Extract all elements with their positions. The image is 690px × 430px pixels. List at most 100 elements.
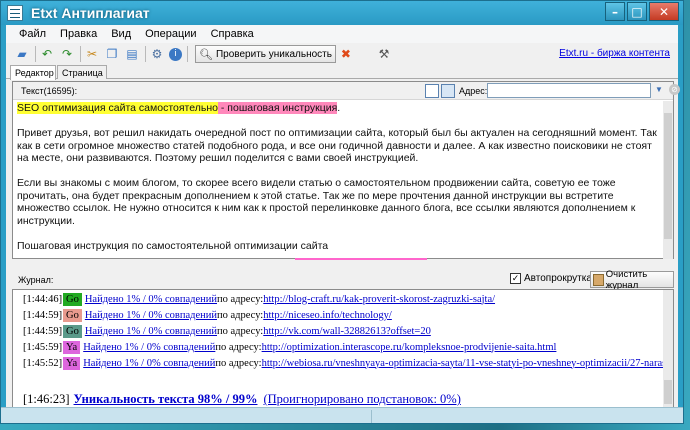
clear-journal-label: Очистить журнал	[605, 268, 648, 291]
highlight-seo: SEO	[17, 102, 40, 114]
log-time: [1:44:46]	[23, 293, 63, 305]
redo-icon[interactable]: ↷	[59, 46, 75, 62]
engine-badge: Ya	[63, 340, 81, 354]
stop-icon[interactable]: ✖	[338, 46, 354, 62]
engine-badge: Go	[63, 324, 82, 338]
menu-help[interactable]: Справка	[204, 28, 261, 40]
menu-edit[interactable]: Правка	[53, 28, 104, 40]
app-icon	[7, 5, 23, 21]
journal-scrollbar[interactable]	[663, 290, 673, 410]
etxt-link[interactable]: Etxt.ru - биржа контента	[559, 48, 670, 59]
text-length-label: Текст(16595):	[21, 85, 78, 96]
info-icon[interactable]: i	[169, 47, 182, 61]
editor-line-title: SEO оптимизация сайта самостоятельно - п…	[17, 102, 663, 115]
found-link[interactable]: Найдено 1% / 0% совпадений	[85, 310, 217, 321]
log-by: по адресу:	[215, 341, 262, 353]
menu-file[interactable]: Файл	[12, 28, 53, 40]
uniqueness-result-link[interactable]: Уникальность текста 98% / 99%	[74, 392, 258, 407]
status-pane	[371, 410, 671, 423]
editor-panel: Текст(16595): Адрес: ▼ ⊘ SEO оптимизация…	[12, 81, 680, 260]
close-window-button[interactable]: ✕	[649, 2, 679, 21]
log-by: по адресу:	[217, 309, 264, 321]
summary-time: [1:46:23]	[23, 392, 70, 406]
log-url[interactable]: http://blog-craft.ru/kak-proverit-skoros…	[263, 294, 495, 305]
log-url[interactable]: http://optimization.interascope.ru/kompl…	[262, 342, 557, 353]
menu-view[interactable]: Вид	[104, 28, 138, 40]
log-time: [1:45:59]	[23, 341, 63, 353]
log-url[interactable]: http://webiosa.ru/vneshnyaya-optimizacia…	[262, 358, 667, 369]
menu-operations[interactable]: Операции	[138, 28, 203, 40]
journal-header: Журнал: ✓ Автопрокрутка Очистить журнал	[12, 268, 674, 291]
editor-paragraph-3: Пошаговая инструкция по самостоятельной …	[17, 239, 329, 252]
open-folder-icon[interactable]: ▰	[14, 46, 30, 62]
title-bar[interactable]: Etxt Антиплагиат – □ ✕	[1, 1, 683, 25]
engine-badge: Go	[63, 308, 82, 322]
clear-journal-button[interactable]: Очистить журнал	[590, 268, 674, 291]
single-view-icon[interactable]	[425, 84, 439, 98]
app-window: Etxt Антиплагиат – □ ✕ Файл Правка Вид О…	[0, 0, 684, 424]
address-clear-icon[interactable]: ⊘	[669, 84, 680, 95]
maximize-button[interactable]: □	[627, 2, 647, 21]
found-link[interactable]: Найдено 1% / 0% совпадений	[83, 342, 215, 353]
undo-icon[interactable]: ↶	[39, 46, 55, 62]
editor-scrollbar[interactable]	[663, 101, 673, 259]
title-period: .	[337, 102, 341, 114]
settings-icon[interactable]: ⚙	[149, 46, 165, 62]
check-uniqueness-button[interactable]: 🔍︎ Проверить уникальность	[195, 45, 336, 63]
magnifier-icon: 🔍︎	[199, 48, 213, 61]
toolbar-separator	[80, 46, 81, 62]
client-area: Файл Правка Вид Операции Справка ▰ ↶ ↷ ✂…	[6, 25, 680, 421]
copy-icon[interactable]: ❐	[104, 46, 120, 62]
log-row: [1:44:59] Go Найдено 1% / 0% совпадений …	[23, 324, 431, 338]
log-row: [1:44:59] Go Найдено 1% / 0% совпадений …	[23, 308, 392, 322]
tools-icon[interactable]: ⚒	[376, 46, 392, 62]
address-label: Адрес:	[459, 86, 488, 96]
window-title: Etxt Антиплагиат	[31, 5, 150, 21]
engine-badge: Ya	[63, 356, 81, 370]
log-row: [1:45:59] Ya Найдено 1% / 0% совпадений …	[23, 340, 556, 354]
text-editor[interactable]: SEO оптимизация сайта самостоятельно - п…	[17, 102, 663, 254]
log-url[interactable]: http://vk.com/wall-32882613?offset=20	[263, 326, 431, 337]
editor-header: Текст(16595): Адрес: ▼ ⊘	[13, 82, 680, 100]
tab-strip: Редактор Страница	[6, 65, 678, 80]
cut-icon[interactable]: ✂	[84, 46, 100, 62]
toolbar-separator	[187, 46, 188, 62]
address-dropdown-icon[interactable]: ▼	[655, 85, 665, 95]
found-link[interactable]: Найдено 1% / 0% совпадений	[85, 294, 217, 305]
log-row: [1:45:52] Ya Найдено 1% / 0% совпадений …	[23, 356, 666, 370]
selection-underline	[295, 258, 427, 260]
log-url[interactable]: http://niceseo.info/technology/	[263, 310, 392, 321]
log-by: по адресу:	[217, 325, 264, 337]
autoscroll-label: Автопрокрутка	[524, 273, 592, 284]
engine-badge: Go	[63, 292, 82, 306]
toolbar-separator	[145, 46, 146, 62]
editor-scroll-thumb[interactable]	[664, 113, 672, 239]
log-row: [1:44:46] Go Найдено 1% / 0% совпадений …	[23, 292, 495, 306]
address-input[interactable]	[487, 83, 651, 98]
editor-paragraph-2: Если вы знакомы с моим блогом, то скорее…	[17, 177, 636, 227]
log-by: по адресу:	[217, 293, 264, 305]
check-uniqueness-label: Проверить уникальность	[215, 48, 332, 60]
toolbar: ▰ ↶ ↷ ✂ ❐ ▤ ⚙ i 🔍︎ Проверить уникальност…	[6, 43, 678, 65]
ignored-substitutions-link[interactable]: (Проигнорировано подстановок: 0%)	[263, 392, 460, 407]
found-link[interactable]: Найдено 1% / 0% совпадений	[83, 358, 215, 369]
tab-page[interactable]: Страница	[57, 65, 107, 79]
journal-log: [1:44:46] Go Найдено 1% / 0% совпадений …	[12, 289, 674, 411]
log-by: по адресу:	[215, 357, 262, 369]
editor-paragraph-1: Привет друзья, вот решил накидать очеред…	[17, 127, 657, 164]
toolbar-separator	[35, 46, 36, 62]
autoscroll-checkbox[interactable]: ✓ Автопрокрутка	[510, 273, 592, 284]
found-link[interactable]: Найдено 1% / 0% совпадений	[85, 326, 217, 337]
uniqueness-summary: [1:46:23] Уникальность текста 98% / 99% …	[23, 392, 461, 407]
journal-label: Журнал:	[18, 275, 54, 285]
split-view-icon[interactable]	[441, 84, 455, 98]
paste-icon[interactable]: ▤	[124, 46, 140, 62]
journal-scroll-thumb[interactable]	[664, 380, 672, 404]
minimize-button[interactable]: –	[605, 2, 625, 21]
checkbox-checked-icon: ✓	[510, 273, 521, 284]
broom-icon	[593, 273, 604, 286]
tab-editor[interactable]: Редактор	[10, 65, 56, 80]
highlight-subtitle: - пошаговая инструкция	[217, 102, 338, 114]
highlight-title: оптимизация сайта самостоятельно	[39, 102, 218, 114]
log-time: [1:44:59]	[23, 325, 63, 337]
